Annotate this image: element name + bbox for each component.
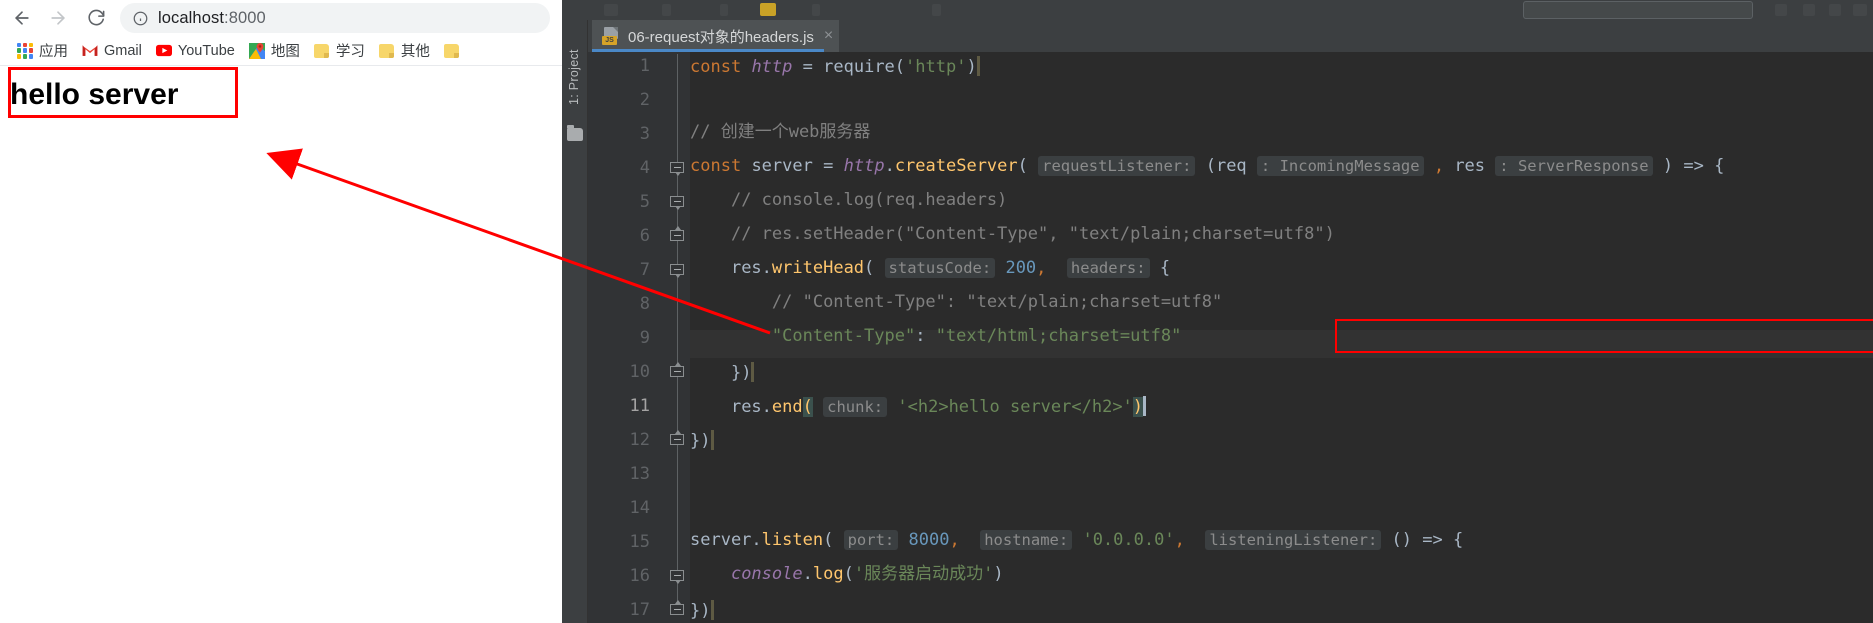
close-icon[interactable]: × bbox=[824, 28, 833, 44]
bookmark-label: YouTube bbox=[177, 42, 235, 59]
address-bar[interactable]: localhost:8000 bbox=[120, 3, 550, 33]
bookmark-label: 地图 bbox=[270, 44, 300, 60]
code-line-9: "Content-Type": "text/html;charset=utf8" bbox=[771, 326, 1182, 346]
left-tool-strip: 1: Project bbox=[562, 20, 588, 623]
site-info-icon[interactable] bbox=[130, 8, 150, 28]
bookmark-gmail[interactable]: Gmail bbox=[75, 39, 149, 63]
fold-toggle-icon[interactable] bbox=[669, 161, 686, 176]
bookmark-label: Gmail bbox=[104, 42, 142, 59]
line-number: 1 bbox=[639, 56, 650, 76]
editor-tab-filename: 06-request对象的headers.js bbox=[628, 28, 814, 46]
bookmark-maps[interactable]: 地图 bbox=[242, 39, 307, 63]
ide-search-box[interactable] bbox=[1523, 1, 1753, 19]
js-file-icon bbox=[760, 3, 776, 16]
fold-toggle-icon[interactable] bbox=[669, 226, 686, 242]
code-line-6: // res.setHeader("Content-Type", "text/p… bbox=[730, 224, 1335, 244]
fold-toggle-icon[interactable] bbox=[669, 430, 686, 446]
folder-icon bbox=[314, 43, 330, 59]
js-badge-label: JS bbox=[602, 36, 617, 45]
line-number: 8 bbox=[639, 294, 650, 314]
line-number: 6 bbox=[639, 226, 650, 246]
line-number: 13 bbox=[629, 464, 650, 484]
code-line-8: // "Content-Type": "text/plain;charset=u… bbox=[771, 292, 1223, 312]
url-host: localhost bbox=[158, 8, 225, 27]
line-number: 2 bbox=[639, 90, 650, 110]
apps-grid-icon bbox=[17, 42, 33, 59]
fold-toggle-icon[interactable] bbox=[669, 600, 686, 616]
url-port: :8000 bbox=[224, 8, 266, 27]
line-number: 9 bbox=[639, 328, 650, 348]
bookmark-apps[interactable]: 应用 bbox=[10, 39, 75, 63]
code-line-4: const server = http.createServer( reques… bbox=[690, 156, 1725, 176]
line-number: 14 bbox=[629, 498, 650, 518]
line-number: 5 bbox=[639, 192, 650, 212]
line-number: 17 bbox=[629, 600, 650, 620]
browser-toolbar: localhost:8000 bbox=[0, 0, 562, 36]
code-line-5: // console.log(req.headers) bbox=[730, 190, 1008, 210]
folder-icon[interactable] bbox=[567, 125, 583, 141]
line-number: 10 bbox=[629, 362, 650, 382]
web-page-content: hello server bbox=[0, 67, 562, 623]
ide-toolbar bbox=[562, 0, 1873, 20]
code-line-1: const http = require('http') bbox=[690, 56, 980, 76]
line-number-gutter: 1 2 3 4 5 6 7 8 9 10 11 12 13 14 15 16 1… bbox=[588, 52, 666, 623]
code-line-12: }) bbox=[690, 430, 714, 450]
bookmarks-bar: 应用 Gmail YouTube 地图 学习 其他 bbox=[0, 36, 562, 66]
code-folding-strip[interactable] bbox=[666, 52, 690, 623]
line-number-current: 11 bbox=[629, 396, 650, 416]
bookmark-youtube[interactable]: YouTube bbox=[149, 39, 242, 63]
code-line-3: // 创建一个web服务器 bbox=[690, 122, 871, 142]
bookmark-label: 其他 bbox=[400, 44, 430, 60]
line-number: 12 bbox=[629, 430, 650, 450]
fold-toggle-icon[interactable] bbox=[669, 362, 686, 378]
code-line-15: server.listen( port: 8000, hostname: '0.… bbox=[690, 530, 1464, 550]
editor-tab-active[interactable]: JS 06-request对象的headers.js × bbox=[592, 20, 840, 52]
line-number: 7 bbox=[639, 260, 650, 280]
fold-toggle-icon[interactable] bbox=[669, 569, 686, 584]
bookmark-label: 学习 bbox=[335, 44, 365, 60]
code-line-10: }) bbox=[690, 362, 755, 382]
screenshot-root: localhost:8000 应用 Gmail YouTube 地图 学习 其他… bbox=[0, 0, 1873, 623]
javascript-file-icon: JS bbox=[602, 27, 620, 45]
bookmark-label: 应用 bbox=[39, 44, 68, 60]
bookmark-folder-study[interactable]: 学习 bbox=[307, 39, 372, 63]
code-line-17: }) bbox=[690, 600, 714, 620]
back-button[interactable] bbox=[8, 4, 36, 32]
ide-window: 1: Project JS 06-request对象的headers.js × … bbox=[562, 0, 1873, 623]
code-text-area[interactable]: const http = require('http') // 创建一个web服… bbox=[690, 52, 1873, 623]
line-number: 4 bbox=[639, 158, 650, 178]
code-line-7: res.writeHead( statusCode: 200, headers:… bbox=[730, 258, 1171, 278]
tool-window-project-tab[interactable]: 1: Project bbox=[563, 34, 585, 120]
fold-toggle-icon[interactable] bbox=[669, 195, 686, 210]
page-heading: hello server bbox=[10, 78, 179, 111]
gmail-icon bbox=[82, 43, 98, 59]
reload-button[interactable] bbox=[82, 4, 110, 32]
editor-tab-bar: JS 06-request对象的headers.js × bbox=[588, 20, 1873, 52]
google-maps-icon bbox=[248, 42, 265, 59]
code-line-11: res.end( chunk: '<h2>hello server</h2>') bbox=[690, 396, 1147, 417]
line-number: 16 bbox=[629, 566, 650, 586]
code-line-16: console.log('服务器启动成功') bbox=[730, 564, 1004, 584]
folder-icon bbox=[444, 43, 460, 59]
address-bar-text: localhost:8000 bbox=[158, 9, 266, 28]
forward-button[interactable] bbox=[44, 4, 72, 32]
line-number: 3 bbox=[639, 124, 650, 144]
bookmark-folder-extra[interactable] bbox=[437, 39, 473, 63]
folder-icon bbox=[379, 43, 395, 59]
browser-window: localhost:8000 应用 Gmail YouTube 地图 学习 其他… bbox=[0, 0, 562, 623]
bookmark-folder-other[interactable]: 其他 bbox=[372, 39, 437, 63]
line-number: 15 bbox=[629, 532, 650, 552]
youtube-icon bbox=[155, 43, 172, 59]
fold-toggle-icon[interactable] bbox=[669, 263, 686, 278]
code-editor[interactable]: 1 2 3 4 5 6 7 8 9 10 11 12 13 14 15 16 1… bbox=[588, 52, 1873, 623]
